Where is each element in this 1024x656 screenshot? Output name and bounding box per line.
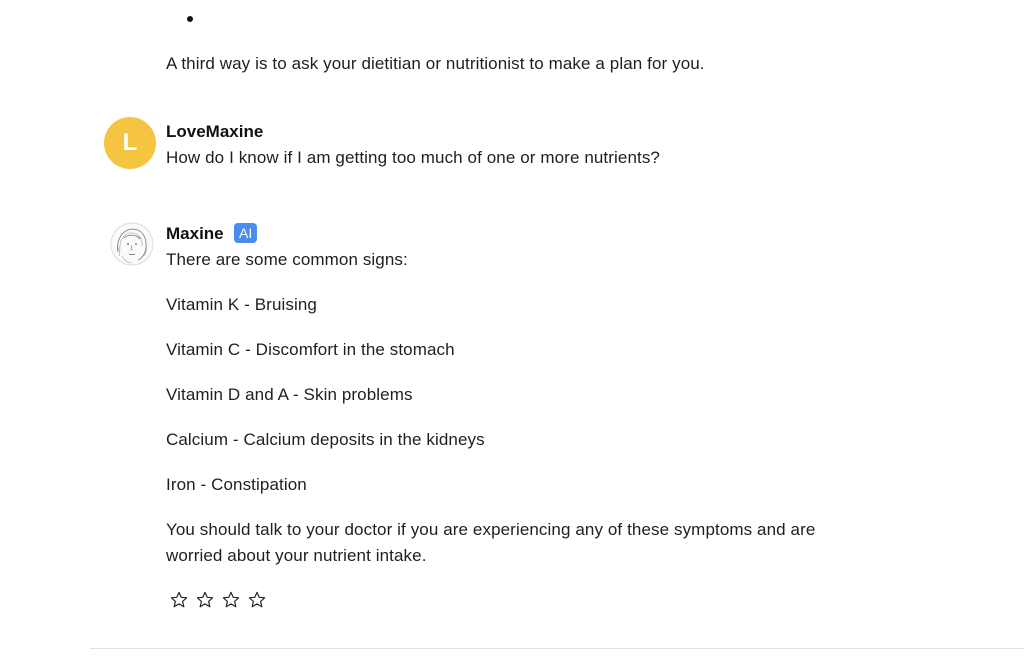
user-avatar-letter: L — [122, 129, 138, 156]
star-outline-icon[interactable] — [221, 590, 241, 610]
star-outline-icon[interactable] — [169, 590, 189, 610]
user-name[interactable]: LoveMaxine — [166, 121, 263, 143]
sketch-portrait-icon — [110, 222, 154, 266]
star-outline-icon[interactable] — [195, 590, 215, 610]
ai-message-line: Vitamin D and A - Skin problems — [166, 385, 413, 404]
previous-message-text: A third way is to ask your dietitian or … — [166, 54, 705, 73]
ai-name[interactable]: Maxine — [166, 223, 224, 245]
chat-thread: A third way is to ask your dietitian or … — [0, 0, 1024, 656]
message-divider — [90, 648, 1024, 649]
ai-message-line: Iron - Constipation — [166, 475, 307, 494]
rating-stars — [169, 590, 267, 610]
ai-message-closing-1: You should talk to your doctor if you ar… — [166, 520, 816, 539]
ai-message-line: Vitamin K - Bruising — [166, 295, 317, 314]
ai-message-line: Calcium - Calcium deposits in the kidney… — [166, 430, 485, 449]
ai-message-line: Vitamin C - Discomfort in the stomach — [166, 340, 455, 359]
ai-avatar[interactable] — [110, 222, 154, 266]
ai-message-closing-2: worried about your nutrient intake. — [166, 546, 427, 565]
star-outline-icon[interactable] — [247, 590, 267, 610]
ai-message-line: There are some common signs: — [166, 250, 408, 269]
user-avatar[interactable]: L — [104, 117, 156, 169]
list-bullet — [187, 16, 193, 22]
ai-badge: AI — [234, 223, 258, 243]
user-message-text: How do I know if I am getting too much o… — [166, 148, 660, 167]
